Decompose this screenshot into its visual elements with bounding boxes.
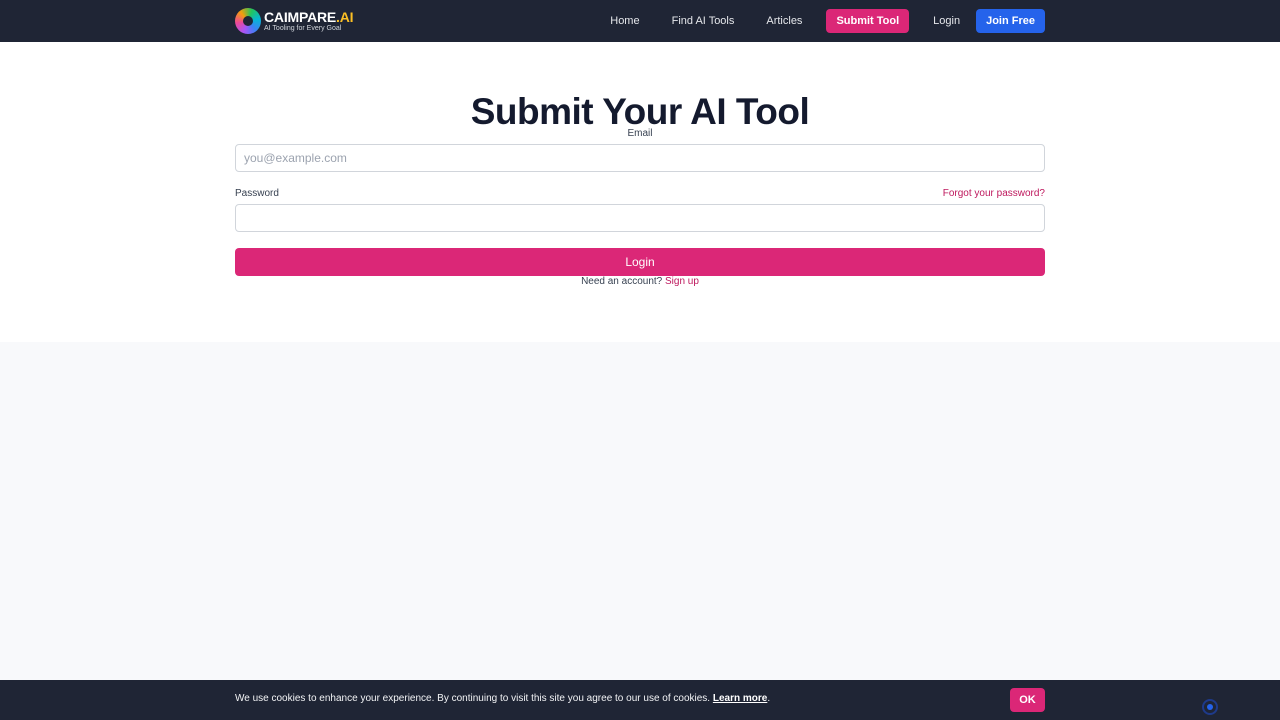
recaptcha-badge-icon[interactable] (1202, 699, 1218, 715)
brand-suffix: .AI (336, 9, 354, 25)
nav-login[interactable]: Login (917, 9, 976, 33)
brand-text: CAIMPARE.AI AI Tooling for Every Goal (264, 9, 354, 32)
page-title: Submit Your AI Tool (470, 91, 810, 132)
brand-name: CAIMPARE.AI (264, 9, 354, 25)
email-input[interactable] (235, 144, 1045, 172)
brand-tagline: AI Tooling for Every Goal (264, 25, 342, 32)
brand-logo-link[interactable]: CAIMPARE.AI AI Tooling for Every Goal (235, 5, 354, 37)
login-panel: Submit Your AI Tool Email Password Forgo… (0, 42, 1280, 342)
cookie-ok-button[interactable]: OK (1010, 688, 1045, 712)
cookie-period: . (767, 693, 771, 704)
learn-more-link[interactable]: Learn more (713, 693, 767, 704)
cookie-banner: We use cookies to enhance your experienc… (0, 680, 1280, 720)
password-label: Password (235, 188, 279, 199)
forgot-password-link[interactable]: Forgot your password? (943, 188, 1045, 199)
need-account-text: Need an account? (581, 276, 663, 287)
join-free-button[interactable]: Join Free (976, 9, 1045, 33)
nav-articles[interactable]: Articles (750, 9, 818, 33)
login-button[interactable]: Login (235, 248, 1045, 276)
nav-home[interactable]: Home (594, 9, 655, 33)
nav-find-ai-tools[interactable]: Find AI Tools (656, 9, 751, 33)
signup-prompt: Need an account? Sign up (0, 276, 1280, 287)
submit-tool-button[interactable]: Submit Tool (826, 9, 910, 33)
password-input[interactable] (235, 204, 1045, 232)
main-nav: Home Find AI Tools Articles Submit Tool … (594, 9, 1045, 33)
cookie-message: We use cookies to enhance your experienc… (235, 693, 770, 704)
sign-up-link[interactable]: Sign up (665, 276, 699, 287)
email-label: Email (627, 128, 653, 139)
cookie-text: We use cookies to enhance your experienc… (235, 693, 711, 704)
swirl-logo-icon (235, 8, 261, 34)
top-navbar: CAIMPARE.AI AI Tooling for Every Goal Ho… (0, 0, 1280, 42)
